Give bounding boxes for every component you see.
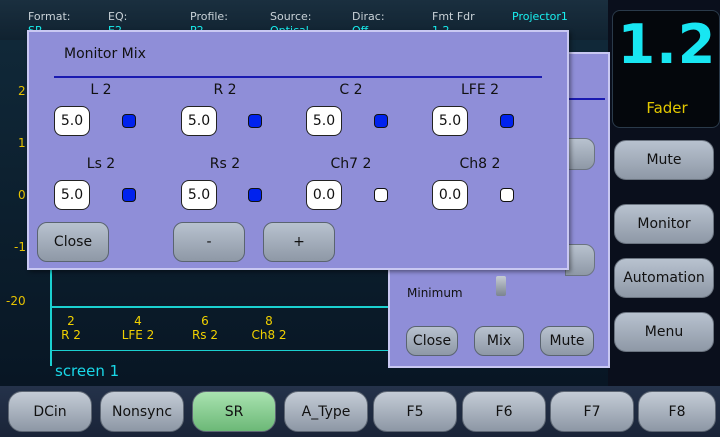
dialog-divider bbox=[54, 76, 542, 78]
channel-enable-led[interactable] bbox=[248, 188, 262, 202]
channel-enable-led[interactable] bbox=[122, 188, 136, 202]
status-fmtfdr-label: Fmt Fdr bbox=[432, 10, 475, 23]
status-profile-label: Profile: bbox=[190, 10, 228, 23]
close-button[interactable]: Close bbox=[37, 222, 109, 262]
channel-label: L 2 bbox=[90, 82, 112, 98]
mute-button[interactable]: Mute bbox=[614, 140, 714, 180]
decrease-button[interactable]: - bbox=[173, 222, 245, 262]
bg-mute-button[interactable]: Mute bbox=[540, 326, 594, 356]
meter-channel-num: 4 bbox=[134, 314, 142, 328]
channel-label: C 2 bbox=[339, 82, 363, 98]
channel-level-field[interactable]: 5.0 bbox=[432, 106, 468, 136]
y-tick-0: 0 bbox=[18, 188, 26, 202]
meter-baseline bbox=[50, 306, 400, 308]
bg-mix-button[interactable]: Mix bbox=[474, 326, 524, 356]
status-projector: Projector1 bbox=[512, 10, 568, 23]
monitor-button[interactable]: Monitor bbox=[614, 204, 714, 244]
status-eq-label: EQ: bbox=[108, 10, 128, 23]
screen-label: screen 1 bbox=[55, 362, 120, 380]
channel-enable-led[interactable] bbox=[248, 114, 262, 128]
channel-enable-led[interactable] bbox=[500, 114, 514, 128]
monitor-mix-dialog: Monitor Mix L 2 5.0 R 2 5.0 C 2 5.0 LFE … bbox=[27, 30, 569, 270]
status-dirac-label: Dirac: bbox=[352, 10, 385, 23]
fader-label: Fader bbox=[646, 99, 688, 117]
channel-enable-led[interactable] bbox=[374, 114, 388, 128]
meter-channel-name: LFE 2 bbox=[121, 328, 155, 342]
fkey-f6[interactable]: F6 bbox=[462, 391, 546, 432]
meter-channel-name: Ch8 2 bbox=[251, 328, 287, 342]
y-tick-minus1: -1 bbox=[14, 240, 26, 254]
channel-level-field[interactable]: 5.0 bbox=[306, 106, 342, 136]
status-source-label: Source: bbox=[270, 10, 312, 23]
channel-label: Ls 2 bbox=[86, 156, 116, 172]
fkey-f8[interactable]: F8 bbox=[638, 391, 716, 432]
channel-level-field[interactable]: 5.0 bbox=[54, 106, 90, 136]
fkey-f7[interactable]: F7 bbox=[550, 391, 634, 432]
meter-channel-num: 2 bbox=[67, 314, 75, 328]
fader-knob[interactable] bbox=[496, 276, 506, 296]
fkey-dcin[interactable]: DCin bbox=[8, 391, 92, 432]
increase-button[interactable]: + bbox=[263, 222, 335, 262]
dialog-divider bbox=[565, 98, 605, 100]
menu-button[interactable]: Menu bbox=[614, 312, 714, 352]
screen: Format: SR EQ: E2 Profile: P2 Source: Op… bbox=[0, 0, 720, 437]
fkey-a-type[interactable]: A_Type bbox=[284, 391, 368, 432]
bg-dialog-down-button[interactable] bbox=[565, 244, 595, 276]
channel-label: Ch8 2 bbox=[459, 156, 501, 172]
meter-channel-name: R 2 bbox=[61, 328, 81, 342]
fkey-nonsync[interactable]: Nonsync bbox=[100, 391, 184, 432]
meter-channel-num: 8 bbox=[265, 314, 273, 328]
channel-label: LFE 2 bbox=[460, 82, 500, 98]
bg-close-button[interactable]: Close bbox=[406, 326, 458, 356]
channel-label: R 2 bbox=[213, 82, 237, 98]
dialog-title: Monitor Mix bbox=[64, 46, 146, 62]
y-tick-1: 1 bbox=[18, 136, 26, 150]
channel-level-field[interactable]: 0.0 bbox=[432, 180, 468, 210]
channel-level-field[interactable]: 5.0 bbox=[181, 180, 217, 210]
automation-button[interactable]: Automation bbox=[614, 258, 714, 298]
channel-label: Rs 2 bbox=[209, 156, 241, 172]
fader-value: 1.2 bbox=[617, 13, 717, 76]
channel-enable-led[interactable] bbox=[500, 188, 514, 202]
function-key-bar: DCin Nonsync SR A_Type F5 F6 F7 F8 bbox=[0, 386, 720, 437]
fader-display[interactable]: 1.2 Fader bbox=[612, 10, 720, 128]
fkey-f5[interactable]: F5 bbox=[373, 391, 457, 432]
channel-level-field[interactable]: 5.0 bbox=[54, 180, 90, 210]
bg-dialog-up-button[interactable] bbox=[565, 138, 595, 170]
meter-channel-num: 6 bbox=[201, 314, 209, 328]
channel-level-field[interactable]: 5.0 bbox=[181, 106, 217, 136]
minimum-label: Minimum bbox=[407, 286, 463, 300]
y-tick-minus20: -20 bbox=[6, 294, 26, 308]
channel-level-field[interactable]: 0.0 bbox=[306, 180, 342, 210]
meter-bottom-line bbox=[50, 350, 400, 351]
y-tick-2: 2 bbox=[18, 84, 26, 98]
channel-enable-led[interactable] bbox=[122, 114, 136, 128]
meter-channel-name: Rs 2 bbox=[191, 328, 219, 342]
fkey-sr[interactable]: SR bbox=[192, 391, 276, 432]
channel-label: Ch7 2 bbox=[330, 156, 372, 172]
channel-enable-led[interactable] bbox=[374, 188, 388, 202]
status-format-label: Format: bbox=[28, 10, 71, 23]
